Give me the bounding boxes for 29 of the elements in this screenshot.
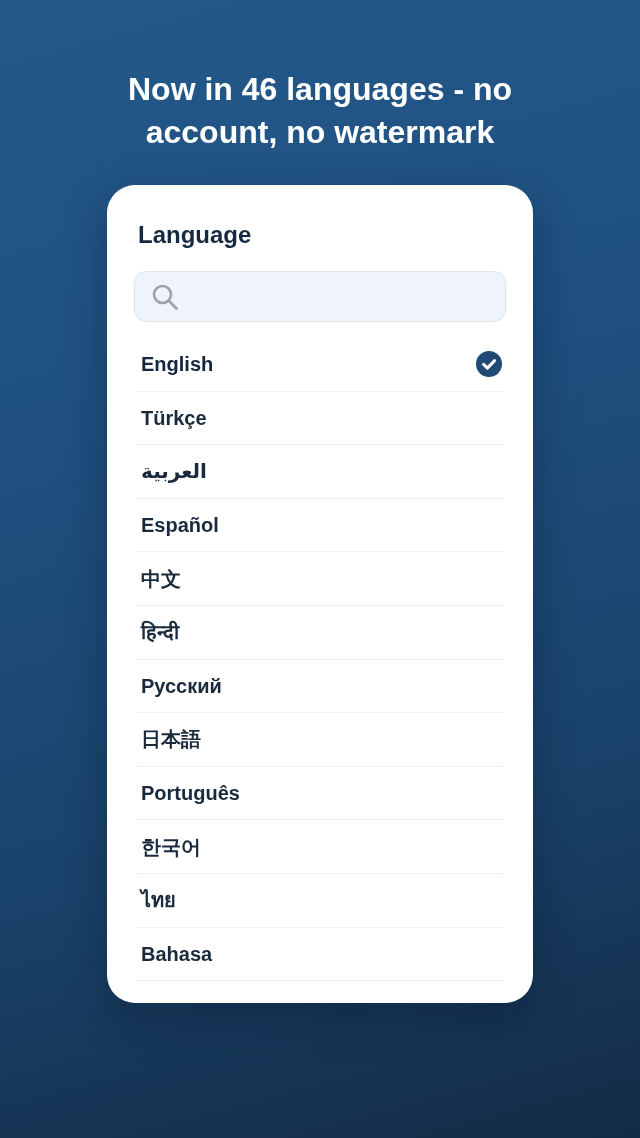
language-name: Bahasa — [141, 941, 213, 967]
language-option[interactable]: Português — [137, 766, 503, 821]
language-option[interactable]: हिन्दी — [137, 605, 503, 660]
language-option[interactable]: Español — [137, 498, 503, 553]
language-name: हिन्दी — [141, 619, 179, 646]
language-option[interactable]: Русский — [137, 659, 503, 714]
check-icon — [476, 351, 502, 378]
language-name: 中文 — [141, 566, 181, 592]
language-option[interactable]: 中文 — [137, 552, 503, 606]
search-icon — [152, 283, 178, 310]
language-option[interactable]: 한국어 — [137, 820, 503, 874]
language-name: Español — [141, 513, 219, 539]
search-field[interactable] — [134, 271, 506, 322]
headline: Now in 46 languages - no account, no watermark — [126, 70, 513, 152]
language-name: English — [141, 352, 214, 378]
language-option[interactable]: العربية — [137, 445, 503, 499]
language-name: العربية — [141, 459, 207, 485]
language-option[interactable]: 日本語 — [137, 713, 503, 767]
language-name: 日本語 — [141, 727, 201, 753]
language-option[interactable]: Türkçe — [137, 391, 503, 446]
language-option[interactable]: Bahasa — [137, 927, 503, 982]
language-option[interactable]: English — [137, 338, 503, 392]
language-option[interactable]: ไทย — [137, 873, 503, 928]
language-name: ไทย — [141, 888, 176, 914]
card-title: Language — [137, 220, 253, 250]
language-name: Português — [141, 781, 240, 807]
language-name: Türkçe — [141, 405, 207, 431]
language-name: Русский — [141, 673, 222, 699]
language-name: 한국어 — [141, 834, 201, 860]
